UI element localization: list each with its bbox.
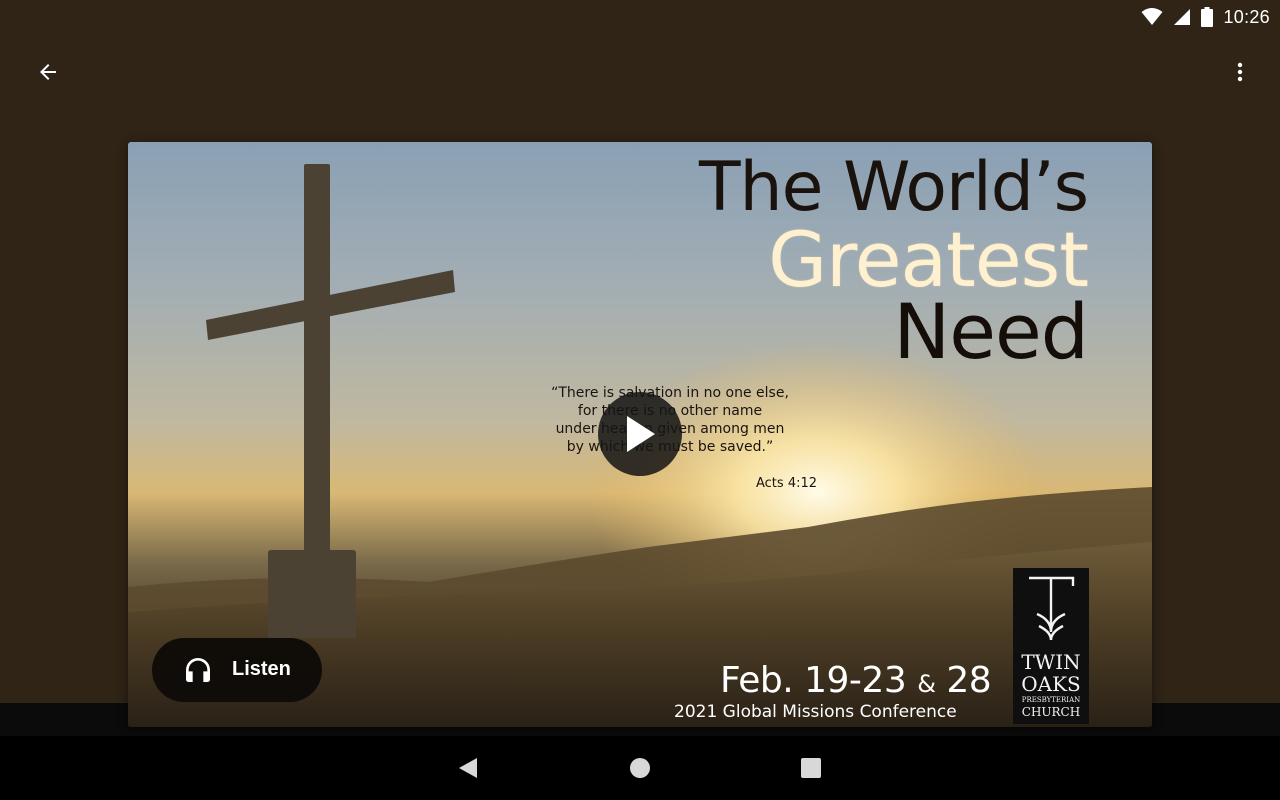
listen-label: Listen	[232, 658, 291, 680]
dates-ampersand: &	[917, 670, 936, 698]
church-logo: TWIN OAKS PRESBYTERIAN CHURCH	[1013, 568, 1089, 724]
nav-back-button[interactable]	[444, 750, 492, 786]
play-icon	[627, 416, 655, 452]
nav-recents-button[interactable]	[787, 750, 835, 786]
headphones-icon	[182, 654, 214, 691]
wifi-icon	[1141, 8, 1163, 26]
media-artwork[interactable]: The World’s Greatest Need “There is salv…	[128, 142, 1152, 727]
signal-icon	[1173, 8, 1191, 26]
more-vert-icon	[1237, 62, 1243, 82]
headline: The World’s Greatest Need	[699, 148, 1089, 376]
conference-dates: Feb. 19-23 & 28	[720, 660, 992, 701]
play-button[interactable]	[598, 392, 682, 476]
nav-home-icon	[630, 758, 650, 778]
listen-button[interactable]: Listen	[152, 638, 322, 702]
logo-line-4: CHURCH	[1021, 705, 1081, 719]
status-bar: 10:26	[0, 0, 1280, 34]
battery-icon	[1201, 7, 1214, 27]
nav-back-icon	[459, 758, 477, 778]
headline-line-3: Need	[893, 287, 1089, 376]
arrow-left-icon	[40, 64, 56, 80]
quote-line: “There is salvation in no one else,	[551, 385, 789, 401]
headline-line-1: The World’s	[699, 148, 1089, 227]
t-emblem-icon	[1029, 576, 1075, 641]
logo-line-3: PRESBYTERIAN	[1021, 696, 1081, 704]
more-options-button[interactable]	[1216, 48, 1264, 96]
status-time: 10:26	[1223, 6, 1270, 27]
nav-recents-icon	[801, 758, 821, 778]
navigation-bar	[0, 736, 1280, 800]
logo-line-1: TWIN	[1021, 650, 1081, 674]
back-button[interactable]	[24, 48, 72, 96]
dates-part-2: 28	[946, 660, 992, 701]
app-bar	[0, 34, 1280, 118]
nav-home-button[interactable]	[616, 750, 664, 786]
dates-part-1: Feb. 19-23	[720, 660, 907, 701]
logo-line-2: OAKS	[1021, 672, 1081, 696]
conference-title: 2021 Global Missions Conference	[674, 702, 957, 722]
scripture-reference: Acts 4:12	[756, 476, 818, 491]
